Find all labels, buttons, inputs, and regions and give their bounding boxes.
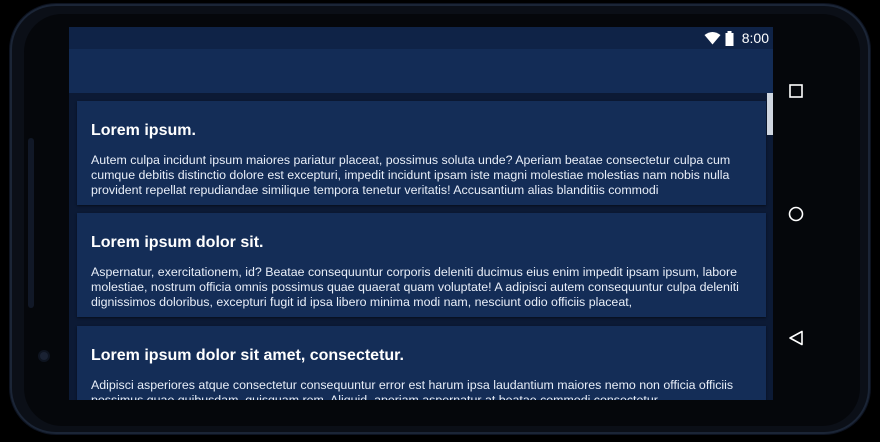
- scrollbar-thumb[interactable]: [767, 93, 773, 135]
- wifi-icon: [704, 31, 721, 45]
- back-triangle-icon[interactable]: [786, 328, 806, 348]
- phone-speaker-grille: [28, 138, 34, 308]
- card-body: Autem culpa incidunt ipsum maiores paria…: [91, 153, 731, 197]
- card-body: Adipisci asperiores atque consectetur co…: [91, 378, 734, 400]
- card-title: Lorem ipsum dolor sit.: [91, 234, 264, 251]
- card-list[interactable]: Lorem ipsum. Autem culpa incidunt ipsum …: [69, 93, 773, 400]
- battery-icon: [725, 30, 734, 46]
- card-title: Lorem ipsum.: [91, 122, 196, 139]
- device-screen: 8:00 Lorem ipsum. Autem culpa incidunt i…: [69, 27, 773, 400]
- front-camera: [40, 352, 48, 360]
- app-bar: [69, 49, 773, 93]
- navigation-bar: [775, 27, 817, 400]
- status-time: 8:00: [741, 30, 769, 46]
- home-circle-icon[interactable]: [786, 204, 806, 224]
- status-bar: 8:00: [69, 27, 773, 49]
- card-item[interactable]: Lorem ipsum. Autem culpa incidunt ipsum …: [77, 101, 766, 205]
- recents-square-icon[interactable]: [786, 81, 806, 101]
- card-item[interactable]: Lorem ipsum dolor sit. Aspernatur, exerc…: [77, 213, 766, 317]
- card-item[interactable]: Lorem ipsum dolor sit amet, consectetur.…: [77, 326, 766, 400]
- card-body: Aspernatur, exercitationem, id? Beatae c…: [91, 265, 739, 309]
- card-title: Lorem ipsum dolor sit amet, consectetur.: [91, 347, 404, 364]
